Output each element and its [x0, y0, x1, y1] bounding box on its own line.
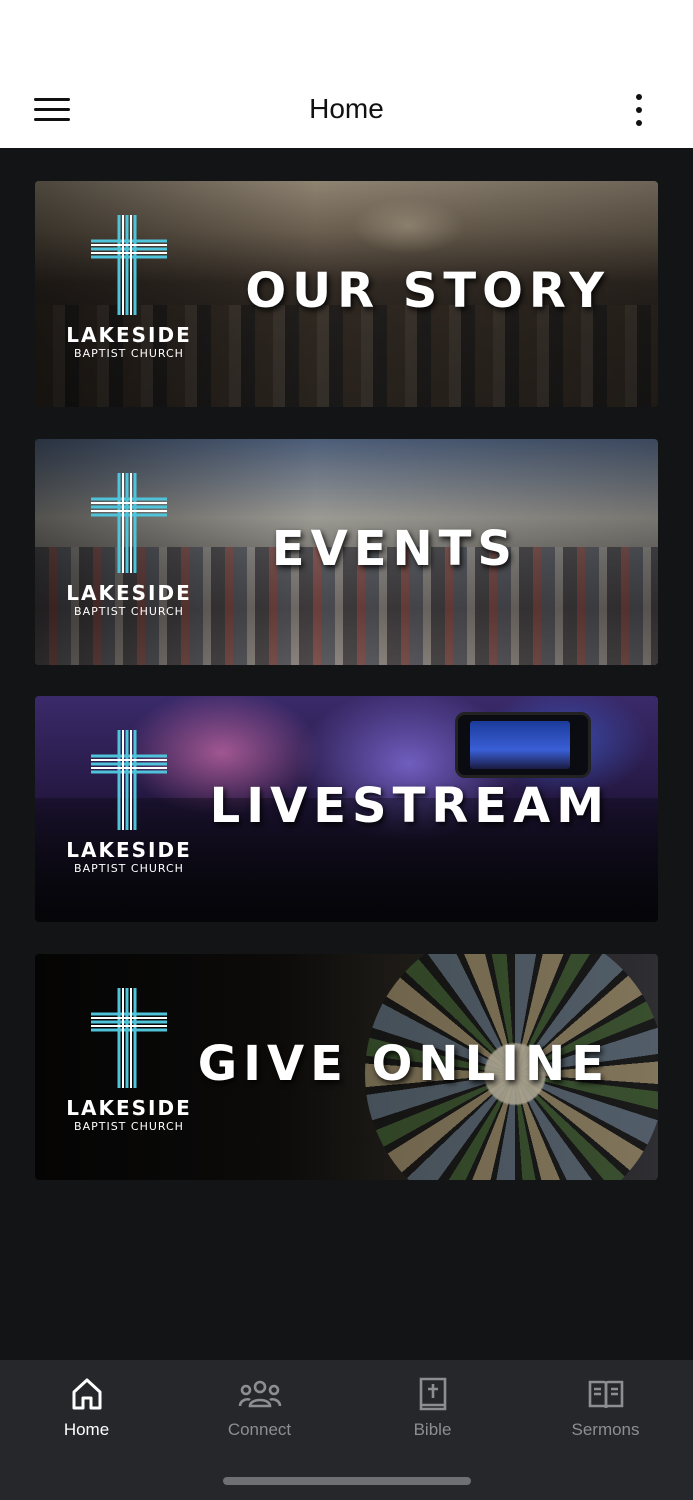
logo-subtitle: BAPTIST CHURCH — [74, 347, 184, 360]
church-logo: LAKESIDE BAPTIST CHURCH — [61, 728, 197, 875]
cross-logo-icon — [91, 473, 167, 573]
cross-logo-icon — [91, 215, 167, 315]
status-bar — [0, 0, 693, 70]
our-story-banner[interactable]: LAKESIDE BAPTIST CHURCH OUR STORY — [35, 181, 658, 407]
bible-icon — [419, 1377, 446, 1411]
logo-name: LAKESIDE — [66, 581, 192, 605]
tab-connect[interactable]: Connect — [173, 1360, 346, 1460]
logo-subtitle: BAPTIST CHURCH — [74, 605, 184, 618]
logo-name: LAKESIDE — [66, 323, 192, 347]
logo-name: LAKESIDE — [66, 1096, 192, 1120]
church-logo: LAKESIDE BAPTIST CHURCH — [61, 213, 197, 360]
app-header: Home — [0, 70, 693, 148]
church-logo: LAKESIDE BAPTIST CHURCH — [61, 471, 197, 618]
church-logo: LAKESIDE BAPTIST CHURCH — [61, 986, 197, 1133]
logo-name: LAKESIDE — [66, 838, 192, 862]
tab-label: Home — [63, 1420, 110, 1439]
logo-subtitle: BAPTIST CHURCH — [74, 862, 184, 875]
banner-title: OUR STORY — [245, 263, 610, 319]
home-icon — [72, 1378, 101, 1410]
home-content: LAKESIDE BAPTIST CHURCH OUR STORY LAKESI… — [0, 148, 693, 1360]
tab-label: Sermons — [571, 1420, 640, 1439]
people-icon — [238, 1380, 281, 1408]
cross-logo-icon — [91, 730, 167, 830]
home-indicator[interactable] — [223, 1477, 471, 1485]
give-online-banner[interactable]: LAKESIDE BAPTIST CHURCH GIVE ONLINE — [35, 954, 658, 1180]
events-banner[interactable]: LAKESIDE BAPTIST CHURCH EVENTS — [35, 439, 658, 665]
more-vertical-icon[interactable] — [624, 90, 656, 130]
banner-title: GIVE ONLINE — [197, 1036, 610, 1092]
tab-bible[interactable]: Bible — [346, 1360, 519, 1460]
open-book-icon — [588, 1380, 623, 1409]
logo-subtitle: BAPTIST CHURCH — [74, 1120, 184, 1133]
hamburger-menu-icon[interactable] — [30, 94, 74, 124]
livestream-banner[interactable]: LAKESIDE BAPTIST CHURCH LIVESTREAM — [35, 696, 658, 922]
tab-label: Bible — [413, 1420, 452, 1439]
tab-sermons[interactable]: Sermons — [519, 1360, 692, 1460]
banner-title: EVENTS — [271, 521, 518, 577]
tab-label: Connect — [227, 1420, 292, 1439]
tab-home[interactable]: Home — [0, 1360, 173, 1460]
banner-title: LIVESTREAM — [209, 778, 610, 834]
phone-image — [455, 712, 591, 778]
cross-logo-icon — [91, 988, 167, 1088]
page-title: Home — [309, 93, 384, 124]
